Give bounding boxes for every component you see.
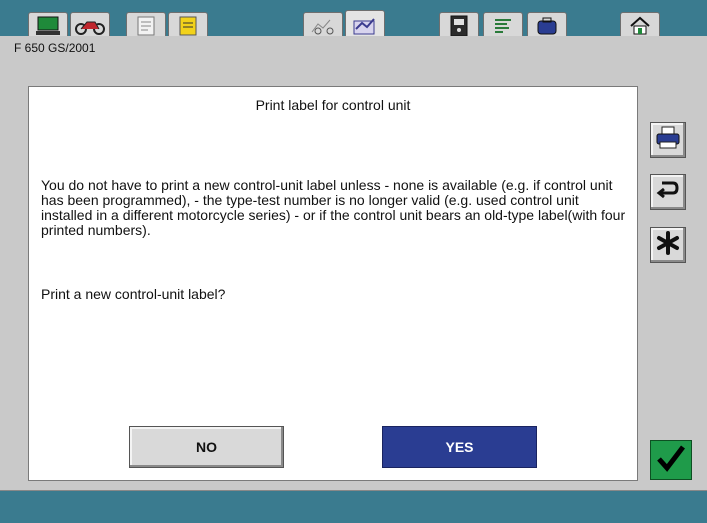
laptop-icon <box>35 16 61 36</box>
asterisk-button[interactable] <box>650 227 686 263</box>
printer-icon <box>655 126 681 155</box>
motorcycle-icon <box>75 17 105 35</box>
dialog-question: Print a new control-unit label? <box>41 286 226 302</box>
tab-chart-box[interactable] <box>345 10 385 38</box>
tab-folder[interactable] <box>527 12 567 38</box>
tab-home[interactable] <box>620 12 660 38</box>
tab-strip <box>0 0 707 38</box>
home-icon <box>629 16 651 36</box>
status-bar <box>0 491 707 523</box>
notepad-icon <box>179 16 197 36</box>
chart-motorcycle-icon <box>310 16 336 36</box>
dialog-title: Print label for control unit <box>255 97 411 113</box>
tab-laptop[interactable] <box>28 12 68 38</box>
document-list-icon <box>137 16 155 36</box>
model-bar: F 650 GS/2001 <box>0 36 707 62</box>
tab-document-list[interactable] <box>126 12 166 38</box>
print-button[interactable] <box>650 122 686 158</box>
vehicle-model-label: F 650 GS/2001 <box>14 41 96 55</box>
tab-notepad[interactable] <box>168 12 208 38</box>
chart-box-icon <box>352 15 378 35</box>
tab-motorcycle[interactable] <box>70 12 110 38</box>
print-label-dialog: Print label for control unit You do not … <box>28 86 638 481</box>
tab-chart-motorcycle[interactable] <box>303 12 343 38</box>
return-button[interactable] <box>650 174 686 210</box>
list-lines-icon <box>493 16 513 36</box>
yes-button[interactable]: YES <box>382 426 537 468</box>
control-unit-icon <box>450 15 468 37</box>
no-button[interactable]: NO <box>129 426 284 468</box>
tab-list-lines[interactable] <box>483 12 523 38</box>
checkmark-icon <box>655 443 687 478</box>
return-icon <box>656 179 680 206</box>
dialog-message: You do not have to print a new control-u… <box>41 177 626 238</box>
folder-icon <box>536 16 558 36</box>
tab-control-unit[interactable] <box>439 12 479 38</box>
asterisk-icon <box>656 230 680 260</box>
ok-button[interactable] <box>650 440 692 480</box>
